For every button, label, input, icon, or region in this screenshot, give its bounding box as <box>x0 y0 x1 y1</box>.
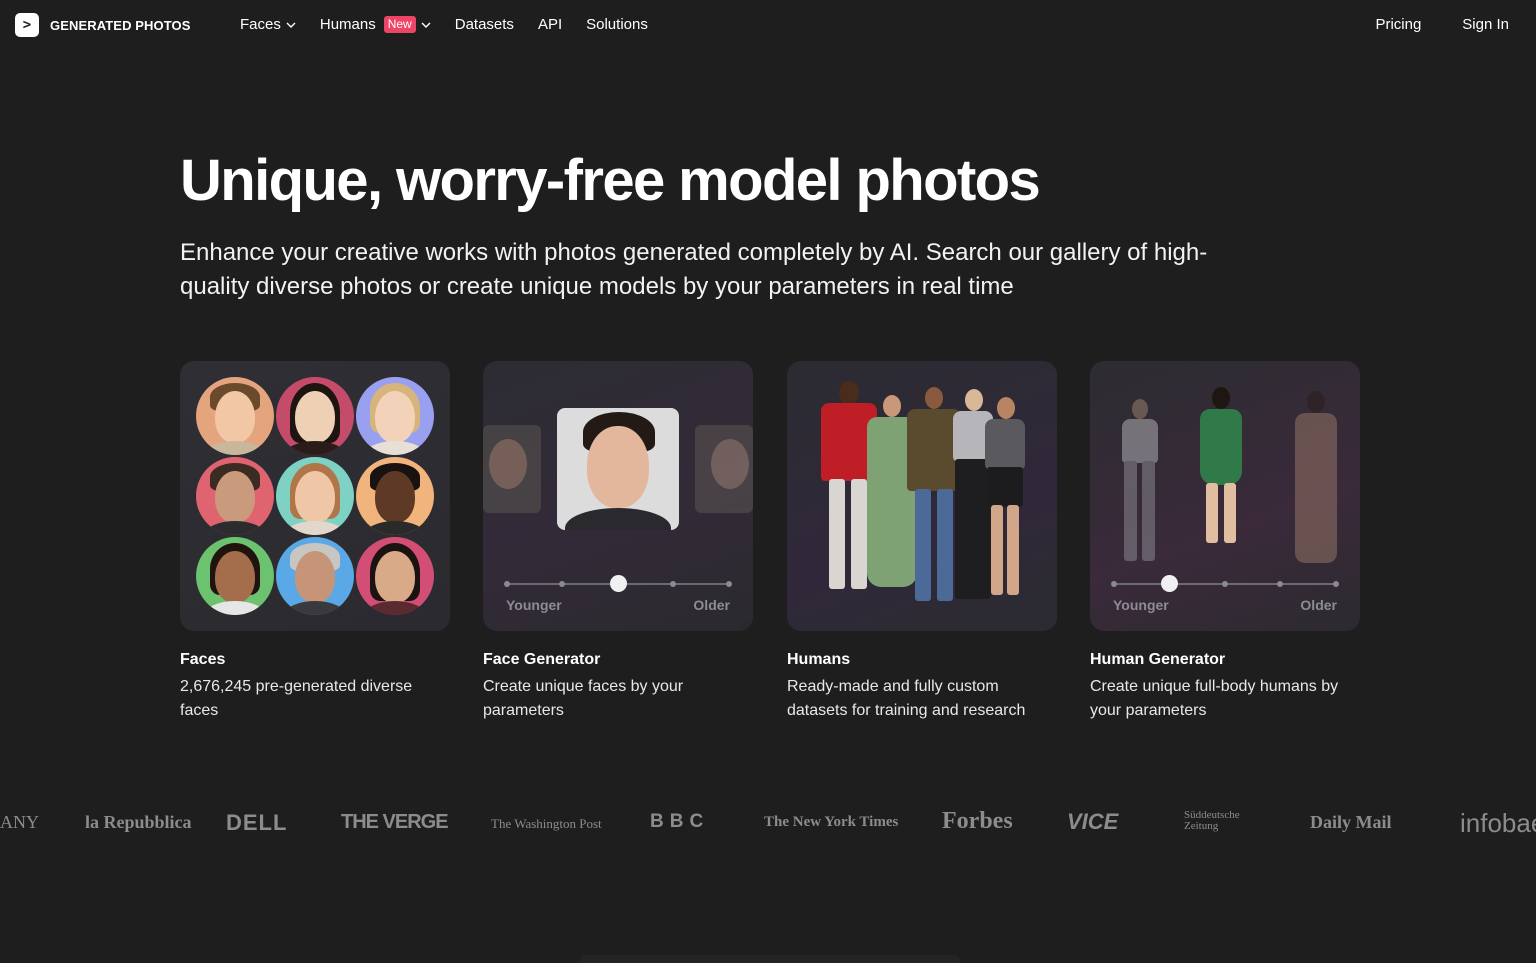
humans-image <box>787 361 1057 631</box>
nav-links: Faces Humans New Datasets API Solutions <box>240 16 672 33</box>
human-generator-image: Younger Older <box>1090 361 1360 631</box>
face-generator-image: Younger Older <box>483 361 753 631</box>
slider-label-younger: Younger <box>506 597 562 613</box>
face-avatar <box>276 377 354 455</box>
press-logo: The New York Times <box>764 814 899 830</box>
face-avatar <box>196 457 274 535</box>
age-slider[interactable] <box>1111 575 1339 592</box>
hero-title: Unique, worry-free model photos <box>180 148 1041 213</box>
press-logo: Forbes <box>942 808 1013 834</box>
face-thumbnail <box>695 425 753 513</box>
slider-handle[interactable] <box>1161 575 1178 592</box>
press-logo: la Repubblica <box>85 812 192 832</box>
face-avatar <box>356 377 434 455</box>
press-logo: VICE <box>1067 809 1119 834</box>
nav-datasets[interactable]: Datasets <box>455 16 514 33</box>
nav-api[interactable]: API <box>538 16 562 33</box>
face-avatar <box>276 537 354 615</box>
nav-faces[interactable]: Faces <box>240 16 296 33</box>
slider-handle[interactable] <box>609 575 627 592</box>
press-logo: Süddeutsche Zeitung <box>1184 809 1240 832</box>
face-avatar <box>276 457 354 535</box>
card-title: Humans <box>787 651 851 668</box>
slider-label-older: Older <box>693 597 730 613</box>
nav-humans-label: Humans <box>319 16 376 33</box>
card-description: 2,676,245 pre-generated diverse faces <box>180 678 413 719</box>
card-human-generator[interactable]: Younger Older Human Generator Create uni… <box>1090 361 1360 723</box>
age-slider[interactable] <box>504 575 732 592</box>
card-title: Faces <box>180 651 226 668</box>
slider-label-younger: Younger <box>1113 597 1169 613</box>
top-navbar: > GENERATED PHOTOS Faces Humans New Data… <box>0 0 1536 52</box>
press-logo: infobae <box>1460 808 1536 838</box>
face-avatar <box>196 537 274 615</box>
press-logo: ANY <box>0 812 39 832</box>
face-thumbnail <box>483 425 541 513</box>
nav-right: Pricing Sign In <box>1334 16 1509 33</box>
card-face-generator[interactable]: Younger Older Face Generator Create uniq… <box>483 361 753 723</box>
faces-image <box>180 361 450 631</box>
card-title: Human Generator <box>1090 651 1226 668</box>
nav-humans[interactable]: Humans New <box>320 16 431 33</box>
nav-faces-label: Faces <box>240 16 281 33</box>
press-logos-strip: ANY la Repubblica DELL THE VERGE The Was… <box>0 800 1536 846</box>
sign-in-link[interactable]: Sign In <box>1462 16 1509 33</box>
face-avatar <box>196 377 274 455</box>
new-badge: New <box>383 16 416 33</box>
press-logo: THE VERGE <box>341 811 449 833</box>
chevron-down-icon <box>421 20 431 30</box>
slider-label-older: Older <box>1300 597 1337 613</box>
pricing-link[interactable]: Pricing <box>1375 16 1421 33</box>
card-faces[interactable]: Faces 2,676,245 pre-generated diverse fa… <box>180 361 450 723</box>
face-avatar <box>356 537 434 615</box>
press-logo: Daily Mail <box>1310 812 1392 832</box>
press-logo: BBC <box>650 811 710 832</box>
card-description: Ready-made and fully custom datasets for… <box>787 678 1026 719</box>
hero-subtitle: Enhance your creative works with photos … <box>180 239 1208 300</box>
card-humans[interactable]: Humans Ready-made and fully custom datas… <box>787 361 1057 723</box>
press-logo: DELL <box>226 810 288 835</box>
footer-edge <box>580 955 960 963</box>
face-avatar <box>356 457 434 535</box>
press-logo: The Washington Post <box>491 816 602 831</box>
site-logo[interactable]: > GENERATED PHOTOS <box>15 13 191 37</box>
card-description: Create unique faces by your parameters <box>483 678 684 719</box>
logo-text: GENERATED PHOTOS <box>50 17 191 33</box>
card-title: Face Generator <box>483 651 601 668</box>
face-preview <box>557 408 679 530</box>
faces-grid <box>196 377 434 615</box>
chevron-down-icon <box>286 20 296 30</box>
logo-icon: > <box>15 13 39 37</box>
card-description: Create unique full-body humans by your p… <box>1090 678 1339 719</box>
nav-solutions[interactable]: Solutions <box>586 16 648 33</box>
